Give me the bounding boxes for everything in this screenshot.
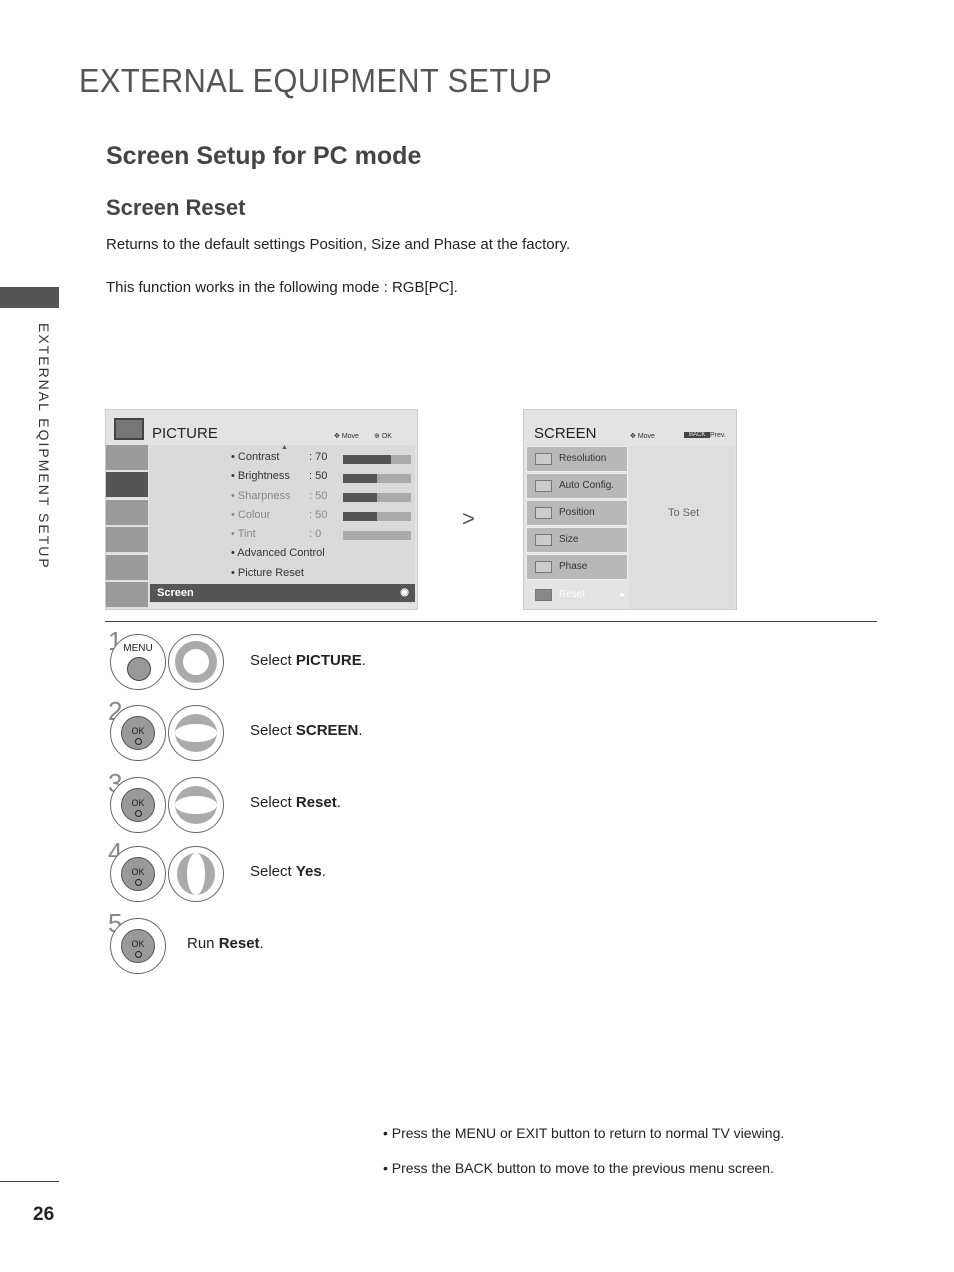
menu-item-resolution[interactable]: Resolution — [526, 446, 628, 472]
screen-menu: SCREEN ✥ Move BACK Prev. Resolution Auto… — [523, 409, 737, 610]
audio-icon[interactable] — [106, 500, 148, 526]
step-1-text: Select PICTURE. — [250, 652, 366, 669]
time-icon[interactable] — [106, 527, 148, 553]
left-right-button[interactable] — [168, 846, 224, 902]
menu-button[interactable]: MENU — [110, 634, 166, 690]
menu-item-picture-reset[interactable]: • Picture Reset — [231, 567, 304, 579]
navigation-pad[interactable] — [168, 634, 224, 690]
menu-item-advanced-control[interactable]: • Advanced Control — [231, 547, 325, 559]
sharpness-value: : 50 — [309, 490, 328, 502]
prev-hint: Prev. — [710, 432, 726, 439]
page-number: 26 — [33, 1204, 55, 1225]
contrast-bar — [343, 455, 411, 464]
position-icon — [535, 507, 552, 519]
ok-button[interactable]: OK — [110, 777, 166, 833]
step-5-text: Run Reset. — [187, 935, 264, 952]
note-menu-exit: • Press the MENU or EXIT button to retur… — [383, 1125, 785, 1141]
arrow-right-icon: ► — [619, 590, 627, 599]
select-dot-icon: ◉ — [400, 587, 409, 598]
description: Returns to the default settings Position… — [106, 236, 571, 253]
menu-title: SCREEN — [534, 425, 597, 442]
tint-bar — [343, 531, 411, 540]
move-icon: ✥ — [630, 433, 638, 440]
page-title: EXTERNAL EQUIPMENT SETUP — [79, 62, 553, 99]
brightness-value: : 50 — [309, 470, 328, 482]
picture-wizard-icon[interactable] — [106, 445, 148, 471]
back-key-badge: BACK — [684, 432, 711, 438]
brightness-bar — [343, 474, 411, 483]
menu-item-reset[interactable]: Reset ► — [526, 582, 628, 608]
category-icons — [106, 445, 148, 610]
ok-icon: ⊕ — [374, 433, 382, 440]
to-set-hint: To Set — [668, 507, 700, 519]
footer-divider — [0, 1181, 59, 1182]
side-tab — [0, 287, 59, 308]
up-down-button[interactable] — [168, 777, 224, 833]
colour-bar — [343, 512, 411, 521]
section-heading: Screen Setup for PC mode — [106, 142, 422, 170]
colour-value: : 50 — [309, 509, 328, 521]
ok-button[interactable]: OK — [110, 918, 166, 974]
move-icon: ✥ — [334, 433, 342, 440]
move-hint: ✥ Move — [334, 433, 359, 440]
menu-item-phase[interactable]: Phase — [526, 554, 628, 580]
step-4-text: Select Yes. — [250, 863, 326, 880]
size-icon — [535, 534, 552, 546]
ok-button[interactable]: OK — [110, 705, 166, 761]
move-hint: ✥ Move — [630, 433, 655, 440]
menu-item-brightness[interactable]: • Brightness — [231, 470, 290, 482]
phase-icon — [535, 561, 552, 573]
divider — [105, 621, 877, 622]
menu-title: PICTURE — [152, 425, 218, 442]
picture-icon[interactable] — [106, 472, 148, 498]
subsection-heading: Screen Reset — [106, 195, 246, 220]
up-down-button[interactable] — [168, 705, 224, 761]
auto-config-icon — [535, 480, 552, 492]
mode-note: This function works in the following mod… — [106, 279, 458, 296]
scroll-up-icon: ▲ — [281, 444, 288, 451]
reset-icon — [535, 589, 552, 601]
option-icon[interactable] — [106, 555, 148, 581]
menu-item-auto-config[interactable]: Auto Config. — [526, 473, 628, 499]
picture-menu: PICTURE ✥ Move ⊕ OK ▲ • Contrast : 70 • … — [105, 409, 418, 610]
menu-item-tint[interactable]: • Tint — [231, 528, 256, 540]
arrow-icon: > — [462, 506, 475, 531]
contrast-value: : 70 — [309, 451, 328, 463]
step-3-text: Select Reset. — [250, 794, 341, 811]
resolution-icon — [535, 453, 552, 465]
ok-hint: ⊕ OK — [374, 433, 392, 440]
menu-item-sharpness[interactable]: • Sharpness — [231, 490, 291, 502]
side-label: EXTERNAL EQIPMENT SETUP — [36, 323, 52, 570]
menu-item-size[interactable]: Size — [526, 527, 628, 553]
tv-icon — [114, 418, 144, 440]
tint-value: : 0 — [309, 528, 322, 540]
note-back: • Press the BACK button to move to the p… — [383, 1160, 774, 1176]
menu-item-position[interactable]: Position — [526, 500, 628, 526]
menu-item-screen[interactable]: Screen ◉ — [150, 584, 415, 602]
menu-item-contrast[interactable]: • Contrast — [231, 451, 279, 463]
step-2-text: Select SCREEN. — [250, 722, 363, 739]
ok-button[interactable]: OK — [110, 846, 166, 902]
menu-item-colour[interactable]: • Colour — [231, 509, 270, 521]
lock-icon[interactable] — [106, 582, 148, 608]
sharpness-bar — [343, 493, 411, 502]
